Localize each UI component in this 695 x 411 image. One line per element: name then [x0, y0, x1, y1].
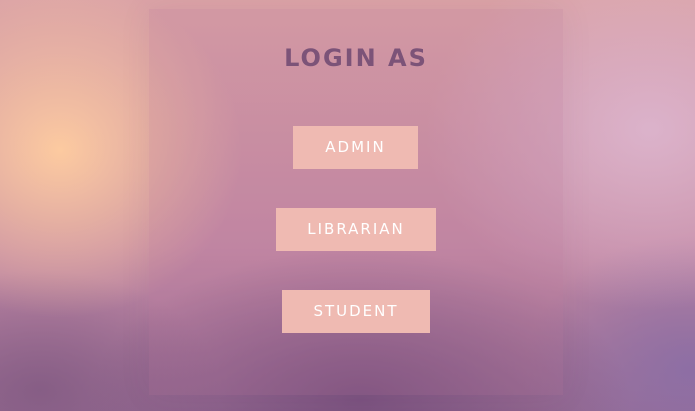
admin-button[interactable]: ADMIN	[293, 126, 418, 169]
student-button[interactable]: STUDENT	[282, 290, 430, 333]
login-panel: LOGIN AS ADMIN LIBRARIAN STUDENT	[149, 9, 563, 395]
librarian-button[interactable]: LIBRARIAN	[276, 208, 436, 251]
login-title: LOGIN AS	[284, 44, 428, 72]
